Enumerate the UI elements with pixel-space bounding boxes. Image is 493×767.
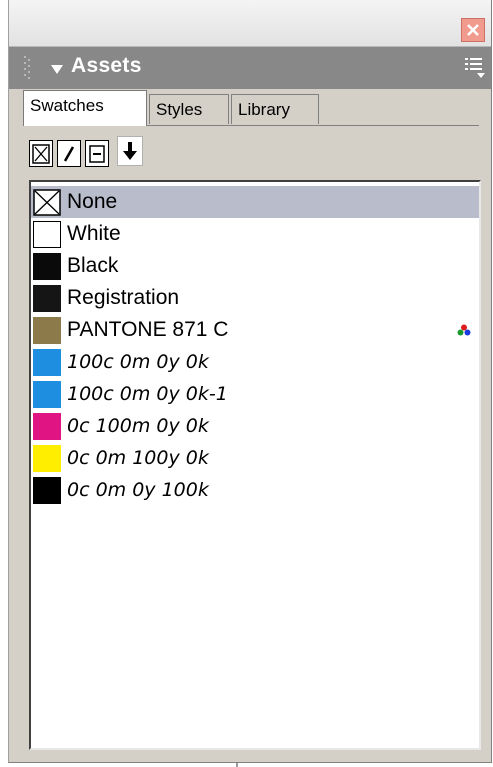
swatch-chip [33, 317, 61, 344]
fill-none-icon [32, 143, 50, 164]
swatch-row-registration[interactable]: Registration [31, 282, 479, 314]
minus-box-icon [89, 144, 105, 163]
stroke-button[interactable] [57, 140, 81, 167]
fill-none-button[interactable] [29, 140, 53, 167]
swatch-chip [33, 221, 61, 248]
tab-library[interactable]: Library [231, 94, 319, 124]
swatch-chip [33, 285, 61, 312]
close-icon [467, 24, 479, 36]
tab-swatches[interactable]: Swatches [23, 90, 147, 126]
swatch-toolbar [29, 136, 229, 176]
swatch-label: White [67, 222, 121, 245]
panel-tabs: Swatches Styles Library [23, 90, 483, 126]
swatch-row-none[interactable]: None [31, 186, 479, 218]
panel-title: Assets [71, 54, 142, 77]
window-title-bar [9, 0, 491, 47]
swatch-label: 100c 0m 0y 0k-1 [67, 383, 228, 405]
panel-header[interactable]: Assets [9, 47, 491, 89]
swatch-row-black-process[interactable]: 0c 0m 0y 100k [31, 474, 479, 506]
swatch-row-white[interactable]: White [31, 218, 479, 250]
stroke-slash-icon [63, 145, 75, 162]
assets-panel-window: Assets Swatches Styles Library None Whit… [8, 0, 492, 763]
swatch-label: Registration [67, 286, 180, 309]
swatch-chip [33, 349, 61, 376]
panel-options-menu-icon[interactable] [463, 55, 487, 79]
drag-grip-icon[interactable] [23, 55, 33, 81]
spot-color-icon [457, 324, 471, 336]
swatch-chip [33, 477, 61, 504]
swatch-label: 0c 0m 100y 0k [67, 447, 209, 469]
swatch-row-cyan[interactable]: 100c 0m 0y 0k [31, 346, 479, 378]
swatch-label: 100c 0m 0y 0k [67, 351, 209, 373]
close-button[interactable] [461, 18, 485, 42]
swatch-row-black[interactable]: Black [31, 250, 479, 282]
swatch-label: Black [67, 254, 119, 277]
swatch-row-yellow[interactable]: 0c 0m 100y 0k [31, 442, 479, 474]
tab-styles[interactable]: Styles [149, 94, 229, 124]
swatch-row-cyan-1[interactable]: 100c 0m 0y 0k-1 [31, 378, 479, 410]
swatch-row-magenta[interactable]: 0c 100m 0y 0k [31, 410, 479, 442]
down-arrow-icon [123, 142, 137, 160]
none-swatch-icon [33, 189, 61, 216]
swatch-label: None [67, 190, 118, 213]
swatch-chip [33, 381, 61, 408]
resize-tick [236, 763, 238, 767]
collapse-arrow-icon[interactable] [51, 65, 63, 75]
swap-button[interactable] [117, 136, 143, 166]
swatch-label: 0c 0m 0y 100k [67, 479, 209, 501]
remove-swatch-button[interactable] [85, 140, 109, 167]
swatch-chip [33, 445, 61, 472]
swatch-label: 0c 100m 0y 0k [67, 415, 209, 437]
swatch-label: PANTONE 871 C [67, 318, 229, 341]
swatch-row-pantone-871c[interactable]: PANTONE 871 C [31, 314, 479, 346]
swatch-chip [33, 413, 61, 440]
swatch-list[interactable]: None White Black Registration PANTONE 87… [29, 180, 481, 750]
swatch-chip [33, 253, 61, 280]
